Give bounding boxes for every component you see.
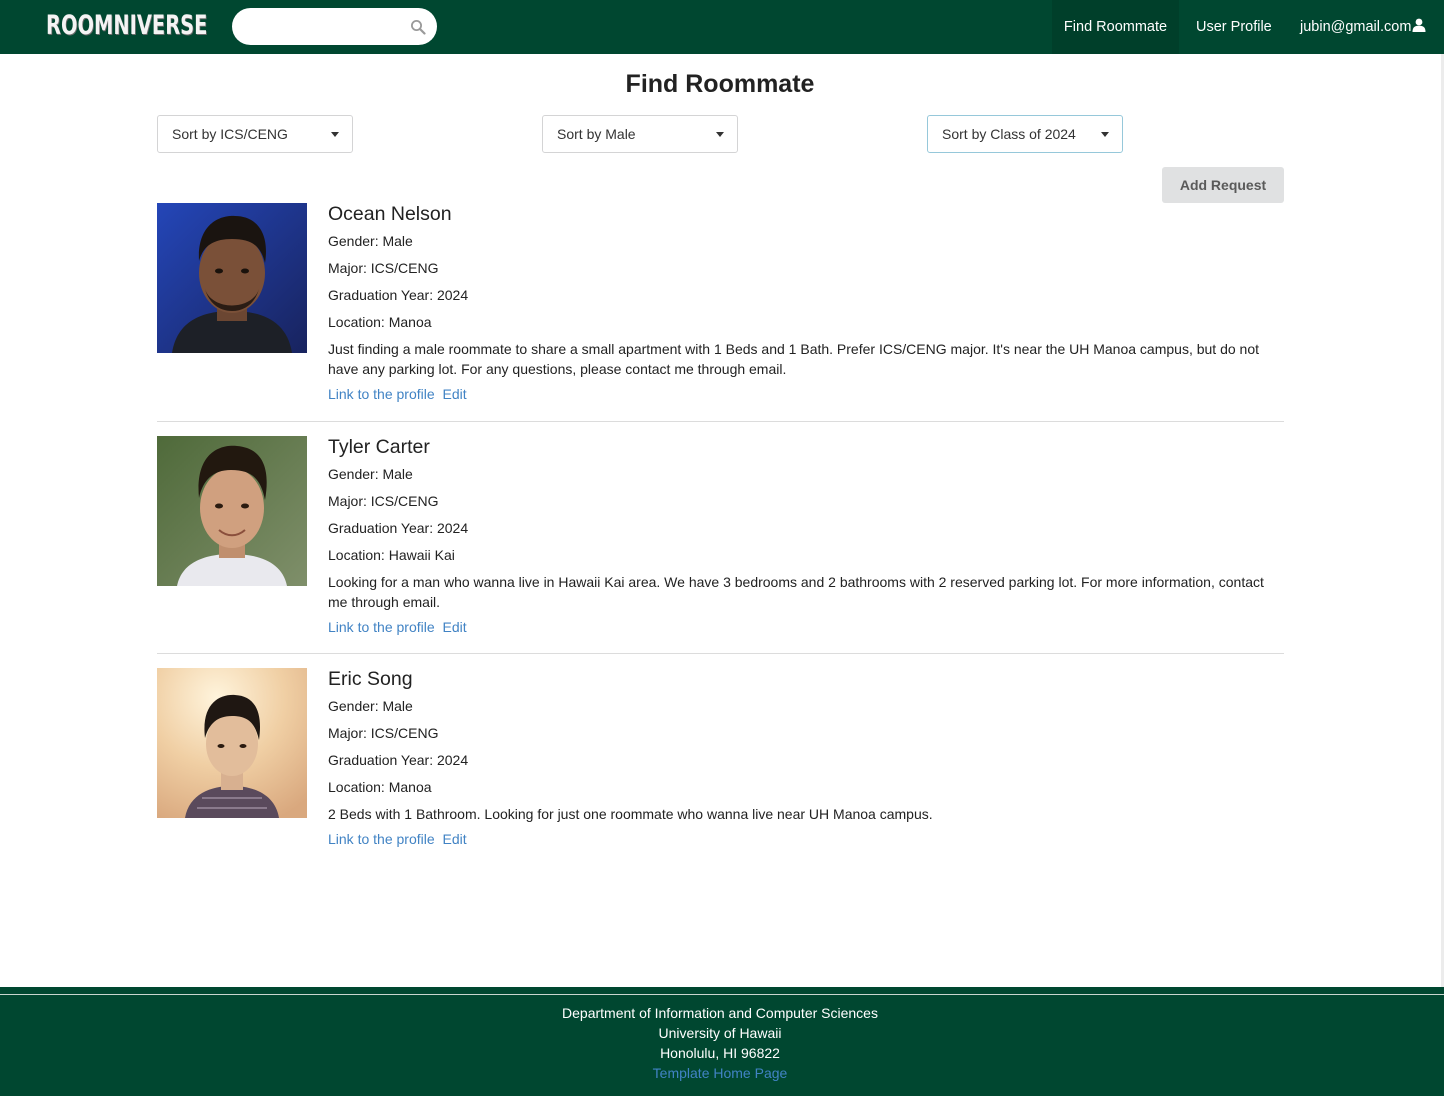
- listing-divider: [157, 421, 1284, 422]
- listing-major: Major: ICS/CENG: [328, 260, 439, 276]
- page-footer: Department of Information and Computer S…: [0, 995, 1444, 1096]
- listing-gender: Gender: Male: [328, 466, 413, 482]
- listing-graduation-year: Graduation Year: 2024: [328, 752, 469, 768]
- listing-location: Location: Manoa: [328, 779, 432, 795]
- listing-gender: Gender: Male: [328, 233, 413, 249]
- profile-link[interactable]: Link to the profile: [328, 619, 435, 635]
- gender-sort-dropdown[interactable]: Sort by Male: [542, 115, 738, 153]
- user-icon: [1412, 1, 1426, 32]
- profile-link[interactable]: Link to the profile: [328, 831, 435, 847]
- listing-description: Just finding a male roommate to share a …: [328, 341, 1260, 377]
- footer-department: Department of Information and Computer S…: [562, 1005, 878, 1021]
- listing-graduation-year: Graduation Year: 2024: [328, 520, 469, 536]
- listing-info: Ocean Nelson Gender: Male Major: ICS/CEN…: [328, 203, 1284, 404]
- listing-name: Ocean Nelson: [328, 203, 452, 225]
- dropdown-label: Sort by Class of 2024: [942, 126, 1076, 142]
- listing-name: Eric Song: [328, 668, 413, 690]
- listing-description: 2 Beds with 1 Bathroom. Looking for just…: [328, 806, 933, 822]
- search-input[interactable]: [246, 14, 400, 40]
- nav-find-roommate[interactable]: Find Roommate: [1052, 0, 1179, 54]
- listing-gender: Gender: Male: [328, 698, 413, 714]
- listing-name: Tyler Carter: [328, 436, 430, 458]
- page-title: Find Roommate: [625, 70, 815, 98]
- footer-university: University of Hawaii: [658, 1025, 782, 1041]
- footer-top-border: [0, 987, 1444, 994]
- caret-down-icon: [716, 132, 724, 137]
- footer-template-link[interactable]: Template Home Page: [0, 1063, 1440, 1083]
- listing-location: Location: Manoa: [328, 314, 432, 330]
- search-box[interactable]: [232, 8, 437, 45]
- profile-photo: [157, 668, 307, 818]
- class-year-sort-dropdown[interactable]: Sort by Class of 2024: [927, 115, 1123, 153]
- edit-link[interactable]: Edit: [443, 386, 467, 402]
- listing-divider: [157, 653, 1284, 654]
- top-navbar: ROOMNIVERSE Find Roommate User Profile j…: [0, 0, 1444, 54]
- major-sort-dropdown[interactable]: Sort by ICS/CENG: [157, 115, 353, 153]
- profile-photo: [157, 436, 307, 586]
- search-icon[interactable]: [410, 19, 426, 35]
- listing-major: Major: ICS/CENG: [328, 725, 439, 741]
- listing-location: Location: Hawaii Kai: [328, 547, 455, 563]
- user-email: jubin@gmail.com: [1300, 19, 1412, 35]
- nav-user-profile[interactable]: User Profile: [1196, 0, 1272, 54]
- footer-address: Honolulu, HI 96822: [660, 1045, 780, 1061]
- nav-user-menu[interactable]: jubin@gmail.com: [1300, 0, 1426, 54]
- caret-down-icon: [1101, 132, 1109, 137]
- caret-down-icon: [331, 132, 339, 137]
- listing-info: Eric Song Gender: Male Major: ICS/CENG G…: [328, 668, 1284, 849]
- profile-photo: [157, 203, 307, 353]
- listing-graduation-year: Graduation Year: 2024: [328, 287, 469, 303]
- listing-links: Link to the profile Edit: [328, 829, 1284, 849]
- edit-link[interactable]: Edit: [443, 831, 467, 847]
- listing-info: Tyler Carter Gender: Male Major: ICS/CEN…: [328, 436, 1284, 637]
- listing-major: Major: ICS/CENG: [328, 493, 439, 509]
- listing-links: Link to the profile Edit: [328, 384, 1284, 404]
- roomniverse-logo[interactable]: ROOMNIVERSE: [46, 10, 207, 42]
- edit-link[interactable]: Edit: [443, 619, 467, 635]
- profile-link[interactable]: Link to the profile: [328, 386, 435, 402]
- add-request-button[interactable]: Add Request: [1162, 167, 1284, 203]
- listing-links: Link to the profile Edit: [328, 617, 1284, 637]
- dropdown-label: Sort by ICS/CENG: [172, 126, 288, 142]
- dropdown-label: Sort by Male: [557, 126, 636, 142]
- listing-description: Looking for a man who wanna live in Hawa…: [328, 574, 1264, 610]
